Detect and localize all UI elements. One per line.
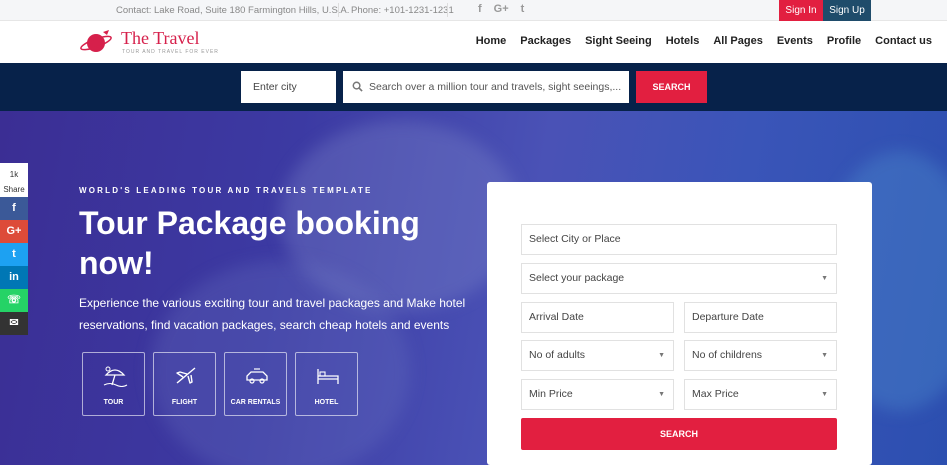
service-label: FLIGHT	[171, 399, 198, 406]
share-label: Share	[3, 185, 25, 194]
service-hotel[interactable]: HOTEL	[295, 352, 358, 416]
google-plus-icon[interactable]: G+	[0, 220, 28, 243]
caret-down-icon: ▼	[821, 275, 828, 282]
car-icon	[246, 368, 268, 384]
caret-down-icon: ▼	[658, 391, 665, 398]
nav-sight-seeing[interactable]: Sight Seeing	[585, 35, 652, 47]
adults-select[interactable]: No of adults ▼	[521, 340, 674, 371]
field-placeholder: No of adults	[529, 349, 586, 361]
share-sidebar: 1k Share f G+ t in ☏ ✉	[0, 163, 28, 335]
whatsapp-icon[interactable]: ☏	[0, 289, 28, 312]
package-select[interactable]: Select your package ▼	[521, 263, 837, 294]
service-tour[interactable]: TOUR	[82, 352, 145, 416]
caret-down-icon: ▼	[821, 352, 828, 359]
form-search-button[interactable]: SEARCH	[521, 418, 837, 450]
nav-all-pages[interactable]: All Pages	[713, 35, 763, 47]
logo-tagline: TOUR AND TRAVEL FOR EVER	[122, 49, 219, 55]
field-placeholder: Departure Date	[692, 311, 764, 323]
field-placeholder: Max Price	[692, 388, 739, 400]
service-tiles: TOUR FLIGHT CAR RENTALS HOTEL	[82, 352, 358, 416]
google-plus-icon[interactable]: G+	[494, 3, 509, 15]
bed-icon	[317, 369, 339, 384]
city-place-field[interactable]: Select City or Place	[521, 224, 837, 255]
service-car-rentals[interactable]: CAR RENTALS	[224, 352, 287, 416]
caret-down-icon: ▼	[658, 352, 665, 359]
service-label: TOUR	[103, 399, 124, 406]
field-placeholder: Min Price	[529, 388, 573, 400]
search-button[interactable]: SEARCH	[636, 71, 707, 103]
facebook-icon[interactable]: f	[478, 3, 482, 15]
search-placeholder: Search over a million tour and travels, …	[369, 81, 622, 93]
service-label: HOTEL	[314, 399, 339, 406]
field-placeholder: No of childrens	[692, 349, 763, 361]
nav-home[interactable]: Home	[476, 35, 507, 47]
planet-logo-icon	[80, 30, 112, 52]
childrens-select[interactable]: No of childrens ▼	[684, 340, 837, 371]
hero-description: Experience the various exciting tour and…	[79, 296, 466, 332]
top-bar: Contact: Lake Road, Suite 180 Farmington…	[0, 0, 947, 21]
search-input[interactable]: Search over a million tour and travels, …	[343, 71, 629, 103]
field-placeholder: Arrival Date	[529, 311, 584, 323]
contact-phone: Phone: +101-1231-1231	[351, 5, 454, 16]
sign-in-button[interactable]: Sign In	[779, 0, 823, 21]
contact-address: Contact: Lake Road, Suite 180 Farmington…	[116, 5, 350, 16]
main-nav: Home Packages Sight Seeing Hotels All Pa…	[476, 35, 932, 47]
logo[interactable]: The Travel TOUR AND TRAVEL FOR EVER	[80, 25, 230, 59]
main-header: The Travel TOUR AND TRAVEL FOR EVER Home…	[0, 21, 947, 63]
nav-contact-us[interactable]: Contact us	[875, 35, 932, 47]
logo-title: The Travel	[121, 28, 200, 48]
divider	[447, 3, 448, 17]
min-price-select[interactable]: Min Price ▼	[521, 379, 674, 410]
divider	[338, 3, 339, 17]
booking-form: Select City or Place Select your package…	[487, 182, 872, 465]
sign-up-button[interactable]: Sign Up	[823, 0, 871, 21]
hero-eyebrow: WORLD'S LEADING TOUR AND TRAVELS TEMPLAT…	[79, 186, 373, 195]
search-icon	[352, 81, 363, 92]
airplane-icon	[176, 367, 196, 384]
facebook-icon[interactable]: f	[0, 197, 28, 220]
hero-headline: Tour Package booking now!	[79, 205, 420, 281]
share-count: 1k	[9, 170, 19, 179]
search-bar: Enter city Search over a million tour an…	[0, 63, 947, 111]
field-placeholder: Select your package	[529, 272, 625, 284]
share-count-box: 1k Share	[0, 163, 28, 197]
caret-down-icon: ▼	[821, 391, 828, 398]
nav-packages[interactable]: Packages	[520, 35, 571, 47]
departure-date-field[interactable]: Departure Date	[684, 302, 837, 333]
nav-profile[interactable]: Profile	[827, 35, 861, 47]
linkedin-icon[interactable]: in	[0, 266, 28, 289]
nav-events[interactable]: Events	[777, 35, 813, 47]
field-placeholder: Select City or Place	[529, 233, 621, 245]
arrival-date-field[interactable]: Arrival Date	[521, 302, 674, 333]
service-flight[interactable]: FLIGHT	[153, 352, 216, 416]
nav-hotels[interactable]: Hotels	[666, 35, 700, 47]
max-price-select[interactable]: Max Price ▼	[684, 379, 837, 410]
twitter-icon[interactable]: t	[0, 243, 28, 266]
twitter-icon[interactable]: t	[521, 3, 525, 15]
beach-umbrella-icon	[103, 366, 128, 387]
service-label: CAR RENTALS	[230, 399, 281, 406]
email-icon[interactable]: ✉	[0, 312, 28, 335]
city-input[interactable]: Enter city	[241, 71, 336, 103]
topbar-social: f G+ t	[478, 3, 524, 15]
